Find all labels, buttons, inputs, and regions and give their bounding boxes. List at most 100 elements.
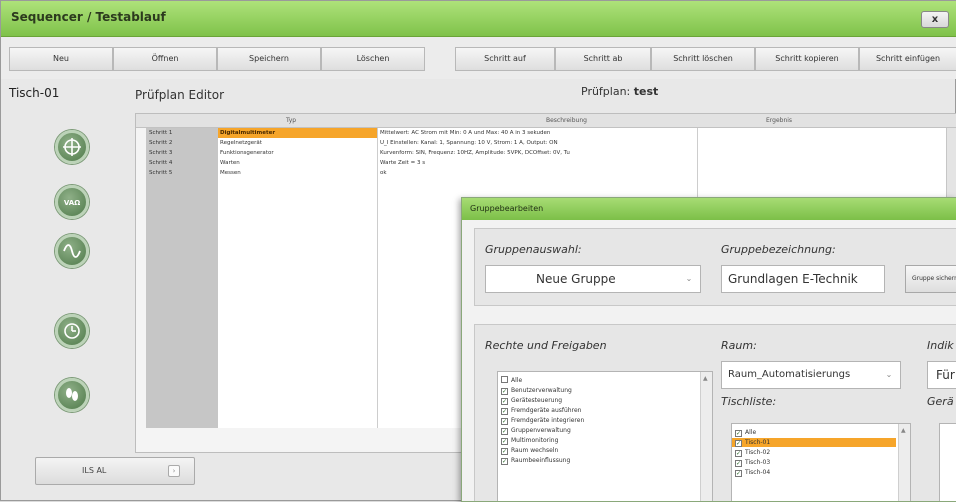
type-cell[interactable] (218, 258, 378, 268)
desc-cell[interactable]: U_I Einstellen: Kanal: 1, Spannung: 10 V… (378, 138, 698, 148)
type-cell[interactable] (218, 398, 378, 408)
checkbox[interactable]: ✓ (501, 458, 508, 465)
type-cell[interactable] (218, 388, 378, 398)
checkbox[interactable]: ✓ (501, 388, 508, 395)
type-cell[interactable]: Digitalmultimeter (218, 128, 378, 138)
indicator-dropdown[interactable]: Für (927, 361, 956, 389)
type-cell[interactable] (218, 298, 378, 308)
type-cell[interactable] (218, 408, 378, 418)
result-cell[interactable] (698, 168, 948, 178)
type-cell[interactable]: Funktionsgenerator (218, 148, 378, 158)
checkbox[interactable]: ✓ (735, 460, 742, 467)
clock-icon[interactable] (55, 314, 89, 348)
step-down-button[interactable]: Schritt ab (555, 47, 651, 71)
type-cell[interactable] (218, 328, 378, 338)
table-row[interactable]: Schritt 5 Messen ok (149, 168, 948, 178)
list-item[interactable]: ✓ Tisch-02 (735, 448, 770, 457)
devices-list[interactable] (939, 423, 956, 501)
type-cell[interactable] (218, 238, 378, 248)
type-cell[interactable] (218, 338, 378, 348)
sine-wave-icon[interactable] (55, 234, 89, 268)
checkbox[interactable] (501, 376, 508, 383)
close-button[interactable]: x (921, 11, 949, 28)
type-cell[interactable]: Warten (218, 158, 378, 168)
list-item[interactable]: ✓ Alle (735, 428, 756, 437)
table-row[interactable]: Schritt 3 Funktionsgenerator Kurvenform: S… (149, 148, 948, 158)
type-cell[interactable] (218, 418, 378, 428)
type-cell[interactable] (218, 378, 378, 388)
list-item[interactable]: ✓ Fremdgeräte ausführen (501, 406, 581, 415)
chevron-right-icon[interactable]: › (168, 465, 180, 477)
step-insert-button[interactable]: Schritt einfügen (859, 47, 956, 71)
table-row[interactable]: Schritt 1 Digitalmultimeter Mittelwert: AC… (149, 128, 948, 138)
checkbox[interactable]: ✓ (501, 398, 508, 405)
chevron-up-icon[interactable]: ▲ (703, 375, 708, 382)
crosshair-icon[interactable] (55, 130, 89, 164)
table-row[interactable]: Schritt 4 Warten Warte Zeit = 3 s (149, 158, 948, 168)
checkbox[interactable]: ✓ (501, 438, 508, 445)
save-group-button[interactable]: Gruppe sichern (905, 265, 956, 293)
checkbox[interactable]: ✓ (501, 448, 508, 455)
list-item[interactable]: ✓ Raumbeeinflussung (501, 456, 570, 465)
dialog-title[interactable]: Gruppebearbeiten (462, 198, 956, 220)
type-cell[interactable] (218, 288, 378, 298)
list-item[interactable]: ✓ Tisch-04 (735, 468, 770, 477)
type-cell[interactable] (218, 358, 378, 368)
checkbox[interactable]: ✓ (501, 408, 508, 415)
type-cell[interactable]: Regelnetzgerät (218, 138, 378, 148)
desc-cell[interactable]: Mittelwert: AC Strom mit Min: 0 A und Ma… (378, 128, 698, 138)
table-list-scrollbar[interactable]: ▲ (898, 424, 910, 501)
table-row[interactable]: Schritt 2 Regelnetzgerät U_I Einstellen: K… (149, 138, 948, 148)
room-dropdown[interactable]: Raum_Automatisierungs ⌄ (721, 361, 901, 389)
step-copy-button[interactable]: Schritt kopieren (755, 47, 859, 71)
group-name-input[interactable]: Grundlagen E-Technik (721, 265, 885, 293)
type-cell[interactable] (218, 198, 378, 208)
checkbox[interactable]: ✓ (735, 450, 742, 457)
vao-icon[interactable]: VAΩ (55, 185, 89, 219)
type-cell[interactable] (218, 228, 378, 238)
type-cell[interactable] (218, 348, 378, 358)
save-button[interactable]: Speichern (217, 47, 321, 71)
type-cell[interactable] (218, 178, 378, 188)
chevron-up-icon[interactable]: ▲ (901, 427, 906, 434)
type-cell[interactable]: Messen (218, 168, 378, 178)
type-cell[interactable] (218, 188, 378, 198)
feet-icon[interactable] (55, 378, 89, 412)
type-cell[interactable] (218, 248, 378, 258)
rights-scrollbar[interactable]: ▲ (700, 372, 712, 501)
desc-cell[interactable]: Kurvenform: SIN, Frequenz: 10HZ, Amplitu… (378, 148, 698, 158)
list-item[interactable]: Alle (501, 376, 522, 385)
type-cell[interactable] (218, 368, 378, 378)
result-cell[interactable] (698, 148, 948, 158)
table-row[interactable] (218, 178, 948, 188)
checkbox[interactable]: ✓ (735, 430, 742, 437)
list-item[interactable]: ✓ Benutzerverwaltung (501, 386, 572, 395)
list-item[interactable]: ✓ Gerätesteuerung (501, 396, 562, 405)
step-up-button[interactable]: Schritt auf (455, 47, 555, 71)
result-cell[interactable] (698, 128, 948, 138)
title-bar[interactable]: Sequencer / Testablauf x (1, 1, 956, 37)
delete-button[interactable]: Löschen (321, 47, 425, 71)
type-cell[interactable] (218, 268, 378, 278)
desc-cell[interactable]: Warte Zeit = 3 s (378, 158, 698, 168)
result-cell[interactable] (698, 138, 948, 148)
list-item[interactable]: ✓ Multimonitoring (501, 436, 558, 445)
list-item[interactable]: ✓ Gruppenverwaltung (501, 426, 571, 435)
new-button[interactable]: Neu (9, 47, 113, 71)
group-select-dropdown[interactable]: Neue Gruppe ⌄ (485, 265, 701, 293)
type-cell[interactable] (218, 208, 378, 218)
table-list[interactable]: ▲ ✓ Alle ✓ Tisch-01 ✓ Tisch-02 ✓ Tisch-03 ✓ Tisch… (731, 423, 911, 501)
type-cell[interactable] (218, 278, 378, 288)
type-cell[interactable] (218, 218, 378, 228)
checkbox[interactable]: ✓ (735, 470, 742, 477)
checkbox[interactable]: ✓ (501, 418, 508, 425)
type-cell[interactable] (218, 318, 378, 328)
desc-cell[interactable]: ok (378, 168, 698, 178)
list-item[interactable]: ✓ Fremdgeräte integrieren (501, 416, 584, 425)
step-delete-button[interactable]: Schritt löschen (651, 47, 755, 71)
checkbox[interactable]: ✓ (501, 428, 508, 435)
list-item[interactable]: ✓ Tisch-01 (732, 438, 896, 447)
list-item[interactable]: ✓ Tisch-03 (735, 458, 770, 467)
type-cell[interactable] (218, 308, 378, 318)
result-cell[interactable] (698, 178, 948, 188)
